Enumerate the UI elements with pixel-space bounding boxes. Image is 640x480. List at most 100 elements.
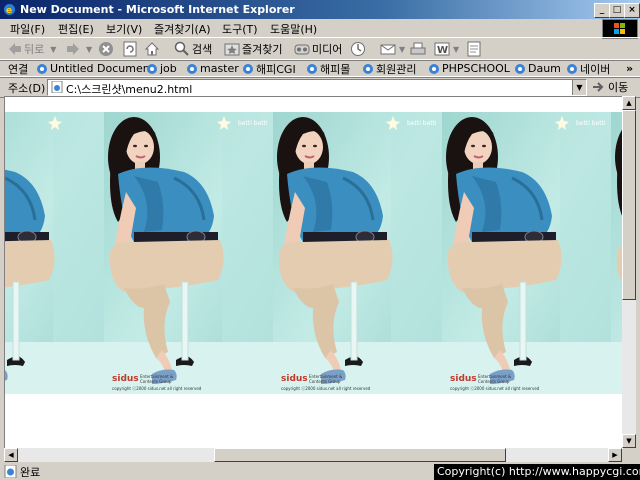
mail-button[interactable]: ▼ bbox=[380, 40, 405, 58]
menu-help[interactable]: 도움말(H) bbox=[270, 21, 317, 37]
link-label: 회원관리 bbox=[376, 62, 417, 76]
menu-bar: 파일(F) 편집(E) 보기(V) 즐겨찾기(A) 도구(T) 도움말(H) bbox=[0, 19, 640, 37]
chevron-down-icon: ▼ bbox=[453, 44, 460, 54]
link-item[interactable]: 해피CGI bbox=[242, 61, 296, 76]
menu-view[interactable]: 보기(V) bbox=[106, 21, 142, 37]
history-button[interactable] bbox=[350, 40, 366, 58]
home-icon bbox=[144, 42, 160, 56]
forward-button[interactable]: ▼ bbox=[66, 40, 92, 58]
link-label: PHPSCHOOL bbox=[442, 62, 510, 75]
link-item[interactable]: 회원관리 bbox=[362, 61, 416, 76]
favorites-icon bbox=[224, 43, 240, 56]
link-item[interactable]: PHPSCHOOL bbox=[428, 61, 510, 76]
link-label: master bbox=[200, 62, 239, 75]
go-label: 이동 bbox=[608, 81, 629, 94]
ie-logo-icon: e bbox=[3, 3, 16, 16]
menu-favorites[interactable]: 즐겨찾기(A) bbox=[154, 21, 211, 37]
history-icon bbox=[351, 42, 365, 56]
menu-edit[interactable]: 편집(E) bbox=[58, 21, 94, 37]
windows-logo-icon bbox=[602, 19, 638, 39]
home-button[interactable] bbox=[144, 40, 160, 58]
favorites-button[interactable]: 즐겨찾기 bbox=[224, 40, 282, 58]
link-label: Untitled Document bbox=[50, 62, 154, 75]
mail-icon bbox=[380, 44, 396, 55]
media-label: 미디어 bbox=[312, 43, 343, 56]
link-item[interactable]: job bbox=[146, 61, 177, 76]
print-button[interactable] bbox=[410, 40, 426, 58]
address-label: 주소(D) bbox=[8, 82, 46, 95]
scroll-up-button[interactable]: ▲ bbox=[622, 96, 636, 110]
search-icon bbox=[174, 41, 189, 56]
link-label: 네이버 bbox=[580, 62, 611, 76]
link-item[interactable]: 네이버 bbox=[566, 61, 610, 76]
back-button[interactable]: 뒤로 ▼ bbox=[8, 40, 56, 58]
vertical-scrollbar[interactable]: ▲ ▼ bbox=[622, 96, 636, 448]
brand-subtitle: Entertainment & Contents Group bbox=[478, 374, 512, 384]
ie-page-icon bbox=[567, 63, 577, 74]
minimize-button[interactable]: _ bbox=[594, 3, 610, 18]
search-button[interactable]: 검색 bbox=[174, 40, 212, 58]
title-bar: e New Document - Microsoft Internet Expl… bbox=[0, 0, 640, 19]
menu-tools[interactable]: 도구(T) bbox=[222, 21, 258, 37]
brand-logo: sidus bbox=[450, 374, 477, 384]
photo-copyright: copyright ⓒ2000 sidus.net all right rese… bbox=[112, 386, 202, 391]
discuss-icon bbox=[467, 41, 481, 57]
copyright-banner: Copyright(c) http://www.happycgi.com bbox=[434, 464, 640, 480]
link-label: job bbox=[160, 62, 177, 75]
links-more-button[interactable]: » bbox=[626, 61, 633, 76]
ie-page-icon bbox=[4, 465, 17, 478]
standard-toolbar: 뒤로 ▼ ▼ 검색 즐겨찾기 미디어 ▼ W ▼ bbox=[0, 37, 640, 61]
link-item[interactable]: Daum bbox=[514, 61, 561, 76]
address-bar: 주소(D) C:\스크린샷\menu2.html ▼ 이동 bbox=[0, 76, 640, 98]
ie-page-icon bbox=[51, 81, 63, 93]
ie-page-icon bbox=[363, 63, 373, 74]
link-item[interactable]: 해피몰 bbox=[306, 61, 350, 76]
stop-icon bbox=[99, 42, 113, 56]
print-icon bbox=[410, 42, 426, 55]
window-title: New Document - Microsoft Internet Explor… bbox=[20, 3, 295, 16]
menu-file[interactable]: 파일(F) bbox=[10, 21, 45, 37]
brand-logo: sidus bbox=[281, 374, 308, 384]
links-label: 연결 bbox=[8, 62, 29, 76]
svg-text:W: W bbox=[437, 45, 448, 56]
link-item[interactable]: Untitled Document bbox=[36, 61, 154, 76]
link-item[interactable]: master bbox=[186, 61, 239, 76]
go-button[interactable]: 이동 bbox=[592, 79, 628, 95]
horizontal-scrollbar[interactable]: ◀ ▶ bbox=[4, 448, 622, 462]
scroll-down-button[interactable]: ▼ bbox=[622, 434, 636, 448]
address-value: C:\스크린샷\menu2.html bbox=[66, 83, 193, 96]
brand-logo: sidus bbox=[112, 374, 139, 384]
edit-button[interactable]: W ▼ bbox=[434, 40, 459, 58]
vertical-scroll-thumb[interactable] bbox=[622, 110, 636, 300]
refresh-button[interactable] bbox=[122, 40, 138, 58]
link-label: 해피CGI bbox=[256, 62, 296, 76]
photo-image: betti betti sidus Entertainment & Conten… bbox=[273, 112, 442, 394]
ie-page-icon bbox=[243, 63, 253, 74]
status-text: 완료 bbox=[20, 466, 41, 479]
scroll-right-button[interactable]: ▶ bbox=[608, 448, 622, 462]
chevron-down-icon: ▼ bbox=[86, 44, 93, 54]
go-arrow-icon bbox=[593, 82, 604, 92]
scroll-left-button[interactable]: ◀ bbox=[4, 448, 18, 462]
refresh-icon bbox=[123, 41, 137, 57]
close-button[interactable]: × bbox=[624, 3, 640, 18]
page-content: betti betti sidus Entertainment & Conten… bbox=[4, 96, 623, 449]
discuss-button[interactable] bbox=[466, 40, 482, 58]
brand-subtitle: Entertainment & Contents Group bbox=[309, 374, 343, 384]
media-icon bbox=[294, 44, 310, 55]
forward-arrow-icon bbox=[67, 43, 79, 55]
media-button[interactable]: 미디어 bbox=[294, 40, 342, 58]
address-dropdown-button[interactable]: ▼ bbox=[572, 80, 586, 95]
address-input[interactable]: C:\스크린샷\menu2.html ▼ bbox=[47, 79, 587, 96]
horizontal-scroll-thumb[interactable] bbox=[214, 448, 506, 462]
photo-copyright: copyright ⓒ2000 sidus.net all right rese… bbox=[450, 386, 540, 391]
stop-button[interactable] bbox=[98, 40, 114, 58]
photo-corner-text: betti betti bbox=[407, 120, 437, 127]
ie-page-icon bbox=[307, 63, 317, 74]
ie-page-icon bbox=[147, 63, 157, 74]
link-label: 해피몰 bbox=[320, 62, 351, 76]
maximize-button[interactable]: □ bbox=[609, 3, 625, 18]
ie-page-icon bbox=[187, 63, 197, 74]
chevron-down-icon: ▼ bbox=[399, 44, 406, 54]
ie-page-icon bbox=[37, 63, 47, 74]
